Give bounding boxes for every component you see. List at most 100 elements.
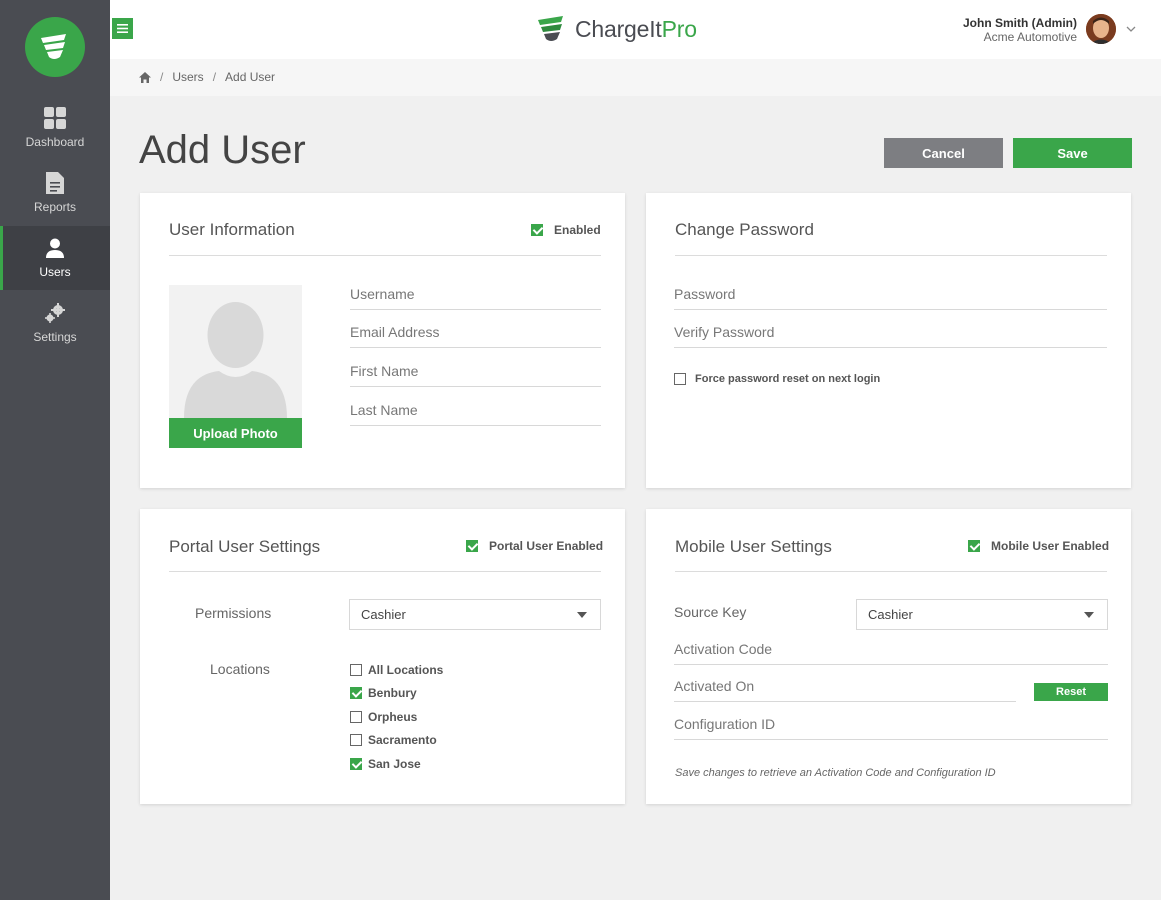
checkbox-label: San Jose xyxy=(368,757,421,771)
locations-label: Locations xyxy=(210,661,270,677)
location-checkbox[interactable]: All Locations xyxy=(350,663,443,677)
user-icon xyxy=(44,237,66,259)
brand[interactable]: ChargeItPro xyxy=(537,16,697,43)
password-input[interactable] xyxy=(674,283,1107,305)
card-title: User Information xyxy=(169,220,295,239)
checkbox-label: Force password reset on next login xyxy=(695,373,881,385)
card-title: Mobile User Settings xyxy=(675,537,832,556)
divider xyxy=(675,571,1107,572)
divider xyxy=(169,571,601,572)
location-checkbox[interactable]: Benbury xyxy=(350,686,417,700)
reset-button[interactable]: Reset xyxy=(1034,683,1108,701)
checkbox-unchecked-icon xyxy=(674,373,686,385)
divider xyxy=(675,255,1107,256)
checkbox-unchecked-icon xyxy=(350,664,362,676)
sidebar-item-label: Users xyxy=(39,265,71,279)
password-field[interactable] xyxy=(674,283,1107,310)
sidebar: Dashboard Reports Users Settings xyxy=(0,0,110,900)
sidebar-item-label: Settings xyxy=(33,330,77,344)
menu-toggle-button[interactable] xyxy=(112,18,133,39)
checkbox-label: Benbury xyxy=(368,686,417,700)
sidebar-item-dashboard[interactable]: Dashboard xyxy=(0,96,110,160)
checkbox-checked-icon xyxy=(531,224,543,236)
portal-user-settings-card: Portal User Settings Portal User Enabled… xyxy=(140,509,625,804)
breadcrumb-current: Add User xyxy=(225,70,276,84)
home-icon[interactable] xyxy=(139,71,151,83)
sidebar-item-settings[interactable]: Settings xyxy=(0,291,110,355)
username-input[interactable] xyxy=(350,283,601,305)
location-checkbox[interactable]: San Jose xyxy=(350,757,421,771)
checkbox-checked-icon xyxy=(350,758,362,770)
checkbox-label: Sacramento xyxy=(368,733,437,747)
first-name-field[interactable] xyxy=(350,360,601,387)
brand-leaf-icon xyxy=(538,16,563,41)
checkbox-checked-icon xyxy=(968,540,980,552)
breadcrumb-separator: / xyxy=(160,70,164,84)
username-field[interactable] xyxy=(350,283,601,310)
checkbox-checked-icon xyxy=(350,687,362,699)
configuration-id-input[interactable] xyxy=(674,713,1108,735)
page-title: Add User xyxy=(139,128,306,172)
sidebar-item-label: Reports xyxy=(33,200,77,214)
sidebar-item-users[interactable]: Users xyxy=(0,226,110,290)
last-name-field[interactable] xyxy=(350,399,601,426)
verify-password-field[interactable] xyxy=(674,321,1107,348)
document-icon xyxy=(44,172,66,194)
brand-logo[interactable] xyxy=(25,17,85,77)
checkbox-label: Enabled xyxy=(554,223,601,237)
breadcrumb-users-link[interactable]: Users xyxy=(172,70,203,84)
activated-on-field[interactable] xyxy=(674,675,1016,702)
force-reset-checkbox[interactable]: Force password reset on next login xyxy=(674,373,880,385)
cancel-button[interactable]: Cancel xyxy=(884,138,1003,168)
profile-photo-placeholder xyxy=(169,285,302,418)
save-button[interactable]: Save xyxy=(1013,138,1132,168)
avatar[interactable] xyxy=(1086,14,1116,44)
first-name-input[interactable] xyxy=(350,360,601,382)
card-title: Change Password xyxy=(675,220,814,239)
breadcrumb: / Users / Add User xyxy=(139,70,275,84)
source-key-label: Source Key xyxy=(674,604,747,620)
last-name-input[interactable] xyxy=(350,399,601,421)
email-field[interactable] xyxy=(350,321,601,348)
caret-down-icon xyxy=(577,612,587,618)
hamburger-icon xyxy=(117,24,128,33)
permissions-label: Permissions xyxy=(195,605,272,621)
upload-photo-button[interactable]: Upload Photo xyxy=(169,418,302,448)
source-key-select[interactable]: Cashier xyxy=(856,599,1108,630)
checkbox-unchecked-icon xyxy=(350,711,362,723)
user-information-card: User Information Enabled Upload Photo xyxy=(140,193,625,488)
chevron-down-icon[interactable] xyxy=(1126,24,1136,34)
mobile-user-enabled-checkbox[interactable]: Mobile User Enabled xyxy=(968,539,1109,553)
sidebar-item-reports[interactable]: Reports xyxy=(0,161,110,225)
leaf-logo-icon xyxy=(41,34,66,59)
user-menu[interactable]: John Smith (Admin) Acme Automotive xyxy=(963,16,1077,44)
mobile-user-settings-card: Mobile User Settings Mobile User Enabled… xyxy=(646,509,1131,804)
location-checkbox[interactable]: Orpheus xyxy=(350,710,417,724)
change-password-card: Change Password Force password reset on … xyxy=(646,193,1131,488)
checkbox-checked-icon xyxy=(466,540,478,552)
caret-down-icon xyxy=(1084,612,1094,618)
location-checkbox[interactable]: Sacramento xyxy=(350,733,437,747)
activation-code-input[interactable] xyxy=(674,638,1108,660)
permissions-select[interactable]: Cashier xyxy=(349,599,601,630)
verify-password-input[interactable] xyxy=(674,321,1107,343)
card-title: Portal User Settings xyxy=(169,537,321,556)
select-value: Cashier xyxy=(361,607,406,622)
activation-code-field[interactable] xyxy=(674,638,1108,665)
sidebar-item-label: Dashboard xyxy=(25,135,85,149)
breadcrumb-separator: / xyxy=(212,70,217,84)
checkbox-label: Mobile User Enabled xyxy=(991,539,1110,553)
select-value: Cashier xyxy=(868,607,913,622)
checkbox-label: Portal User Enabled xyxy=(489,539,604,553)
portal-user-enabled-checkbox[interactable]: Portal User Enabled xyxy=(466,539,603,553)
user-name: John Smith (Admin) xyxy=(963,16,1077,30)
enabled-checkbox[interactable]: Enabled xyxy=(531,223,601,237)
checkbox-label: Orpheus xyxy=(368,710,418,724)
user-company: Acme Automotive xyxy=(983,30,1077,44)
checkbox-label: All Locations xyxy=(368,663,444,677)
activated-on-input[interactable] xyxy=(674,675,1016,697)
top-bar: ChargeItPro John Smith (Admin) Acme Auto… xyxy=(110,0,1161,59)
configuration-id-field[interactable] xyxy=(674,713,1108,740)
email-input[interactable] xyxy=(350,321,601,343)
user-silhouette-icon xyxy=(184,302,287,418)
